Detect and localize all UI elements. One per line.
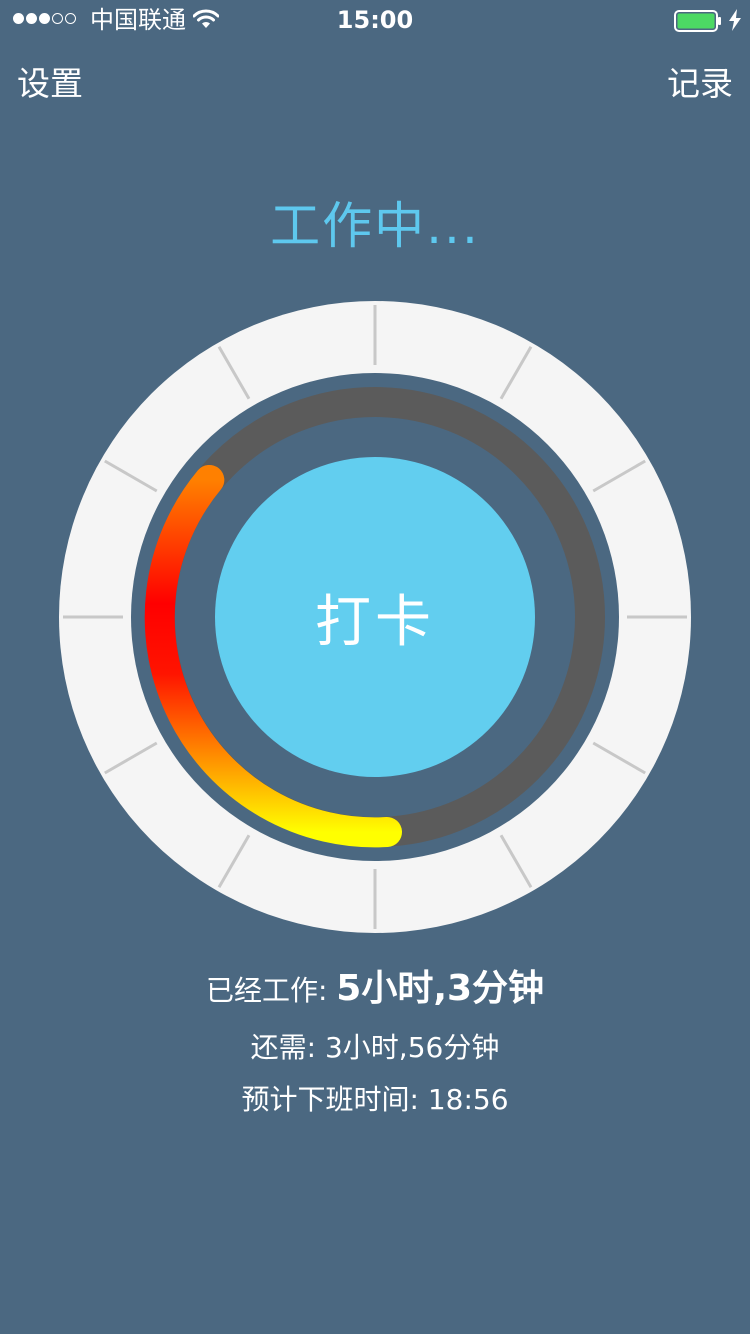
worked-label: 已经工作: [205,974,337,1007]
punch-in-label: 打卡 [315,589,435,655]
worked-value: 5小时,3分钟 [336,968,545,1009]
worked-duration: 已经工作: 5小时,3分钟 [0,965,750,1015]
punch-in-button[interactable]: 打卡 [215,457,535,777]
remaining-duration: 还需: 3小时,56分钟 [250,1031,500,1064]
estimated-offwork-time: 预计下班时间: 18:56 [241,1083,509,1116]
